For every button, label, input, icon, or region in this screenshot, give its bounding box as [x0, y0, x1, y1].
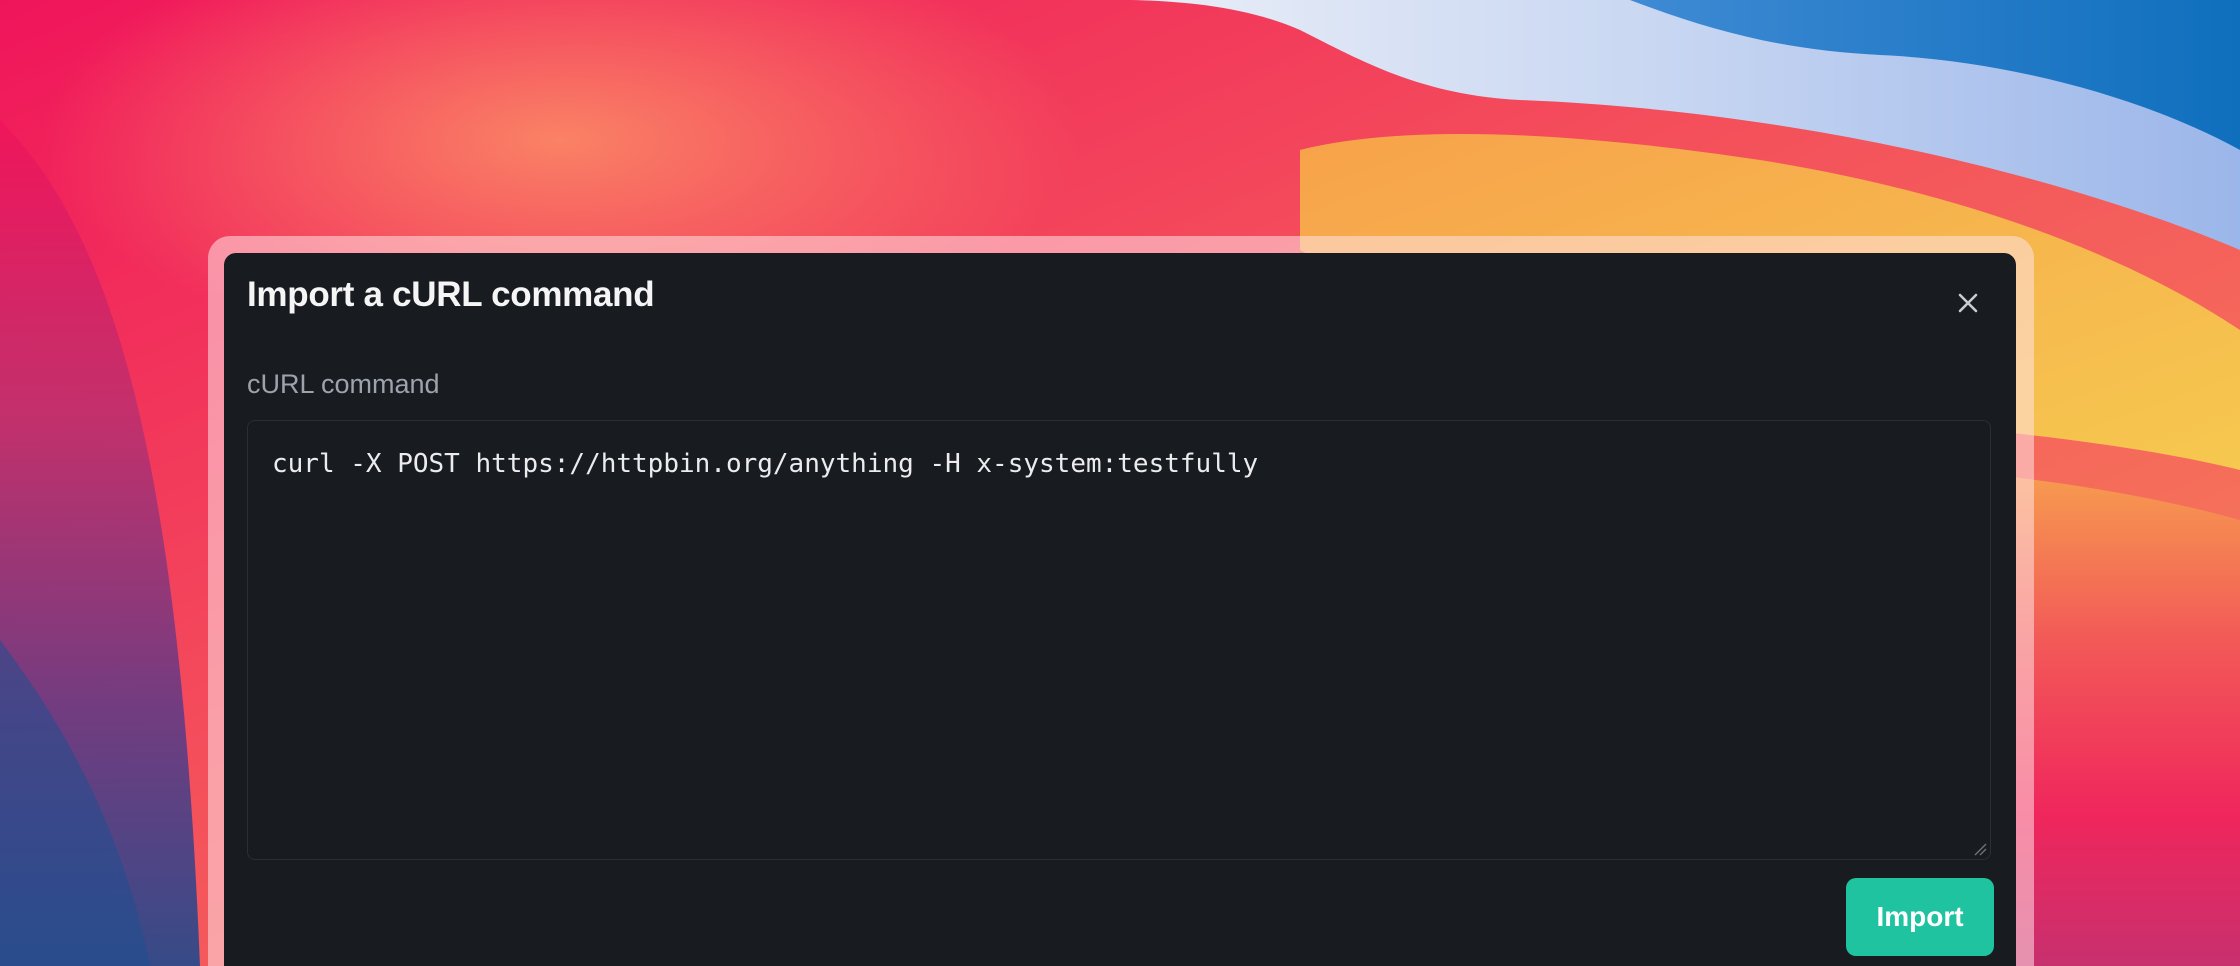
close-button[interactable] [1944, 279, 1992, 327]
curl-command-value: curl -X POST https://httpbin.org/anythin… [272, 449, 1259, 479]
import-button[interactable]: Import [1846, 878, 1994, 956]
curl-command-textarea[interactable]: curl -X POST https://httpbin.org/anythin… [247, 420, 1991, 860]
resize-handle-icon[interactable] [1973, 842, 1987, 856]
curl-command-label: cURL command [247, 369, 440, 399]
import-curl-dialog: Import a cURL command cURL command curl … [224, 253, 2016, 966]
close-icon [1958, 293, 1978, 313]
desktop-wallpaper: Import a cURL command cURL command curl … [0, 0, 2240, 966]
dialog-title: Import a cURL command [247, 275, 655, 314]
